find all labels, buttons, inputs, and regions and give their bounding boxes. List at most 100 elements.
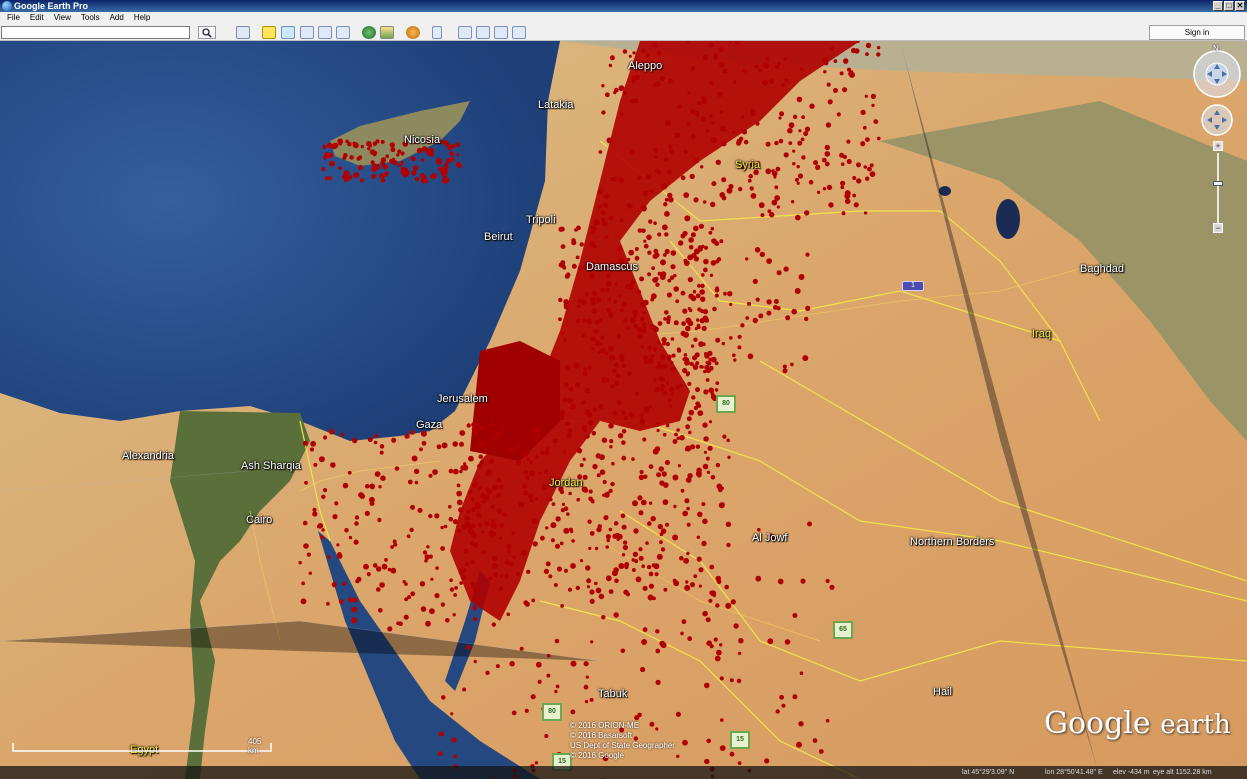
data-point [700, 165, 704, 169]
menu-tools[interactable]: Tools [76, 12, 105, 24]
data-point [700, 296, 706, 302]
data-point [664, 248, 670, 255]
label-al-jowf: Al Jowf [752, 532, 788, 544]
data-point [584, 409, 591, 415]
data-point [612, 410, 618, 416]
email-icon[interactable] [458, 26, 472, 39]
data-point [696, 318, 700, 322]
data-point [478, 426, 483, 431]
save-image-icon[interactable] [494, 26, 508, 39]
data-point [707, 350, 713, 357]
search-button[interactable] [198, 26, 216, 39]
zoom-out-button[interactable]: − [1213, 223, 1223, 233]
data-point [321, 494, 326, 499]
polygon-icon[interactable] [281, 26, 295, 39]
data-point [537, 679, 542, 685]
data-point [798, 129, 802, 133]
view-in-maps-icon[interactable] [512, 26, 526, 39]
data-point [704, 682, 710, 689]
image-overlay-icon[interactable] [318, 26, 332, 39]
data-point [466, 509, 471, 514]
data-point [579, 559, 584, 563]
data-point [614, 282, 618, 286]
data-point [752, 278, 758, 284]
menu-view[interactable]: View [49, 12, 76, 24]
menu-file[interactable]: File [2, 12, 25, 24]
menu-help[interactable]: Help [129, 12, 155, 24]
move-control[interactable] [1201, 104, 1233, 136]
minimize-button[interactable]: _ [1213, 1, 1223, 11]
data-point [409, 527, 414, 533]
data-point [544, 450, 550, 456]
data-point [689, 173, 695, 180]
zoom-in-button[interactable]: + [1213, 141, 1223, 151]
ruler-icon[interactable] [432, 26, 442, 39]
data-point [825, 122, 832, 128]
data-point [775, 166, 781, 172]
data-point [652, 448, 659, 455]
data-point [740, 323, 745, 328]
sunlight-icon[interactable] [380, 26, 394, 39]
status-longitude: lon 28°50'41.48" E [1045, 769, 1103, 776]
data-point [668, 144, 673, 149]
data-point [374, 164, 381, 170]
planets-icon[interactable] [406, 26, 420, 39]
data-point [700, 365, 704, 369]
data-point [610, 384, 615, 389]
credit-line: US Dept of State Geographer [570, 741, 675, 750]
data-point [862, 125, 867, 130]
look-control[interactable]: N [1192, 44, 1242, 99]
data-point [844, 190, 851, 197]
data-point [354, 515, 360, 520]
sign-in-button[interactable]: Sign in [1149, 25, 1245, 40]
search-input[interactable] [1, 26, 190, 39]
data-point [534, 439, 539, 443]
data-point [402, 580, 406, 584]
data-point [480, 493, 487, 499]
menu-add[interactable]: Add [105, 12, 129, 24]
data-point [473, 659, 477, 664]
data-point [385, 154, 390, 159]
zoom-slider[interactable]: + − [1211, 141, 1225, 237]
data-point [754, 247, 761, 253]
data-point [699, 289, 705, 295]
map-view[interactable]: Nicosia Syria Beirut Damascus Baghdad Ir… [0, 41, 1247, 779]
close-button[interactable]: ✕ [1235, 1, 1245, 11]
placemark-icon[interactable] [262, 26, 276, 39]
data-point [679, 555, 684, 561]
data-point [456, 490, 463, 497]
data-point [419, 581, 426, 587]
data-point [809, 103, 815, 109]
data-point [782, 368, 788, 374]
data-point [641, 48, 646, 53]
data-point [627, 371, 632, 376]
data-point [719, 745, 726, 751]
data-point [368, 496, 375, 503]
record-tour-icon[interactable] [336, 26, 350, 39]
data-point [502, 512, 508, 517]
sidebar-toggle-icon[interactable] [236, 26, 250, 39]
menu-edit[interactable]: Edit [25, 12, 49, 24]
print-icon[interactable] [476, 26, 490, 39]
data-point [434, 513, 440, 519]
data-point [491, 446, 496, 451]
label-aleppo: Aleppo [628, 60, 663, 72]
data-point [653, 563, 660, 570]
zoom-handle[interactable] [1213, 181, 1223, 186]
path-icon[interactable] [300, 26, 314, 39]
map-canvas[interactable] [0, 41, 1247, 779]
data-point [690, 444, 696, 450]
maximize-button[interactable]: □ [1224, 1, 1234, 11]
data-point [348, 535, 353, 540]
data-point [729, 336, 733, 340]
data-point [608, 423, 614, 429]
data-point [546, 653, 551, 658]
data-point [702, 610, 708, 617]
data-point [443, 524, 448, 529]
data-point [396, 153, 400, 157]
data-point [573, 362, 580, 369]
data-point [359, 493, 365, 499]
data-point [601, 615, 606, 620]
data-point [758, 68, 762, 72]
historical-imagery-icon[interactable] [362, 26, 376, 39]
